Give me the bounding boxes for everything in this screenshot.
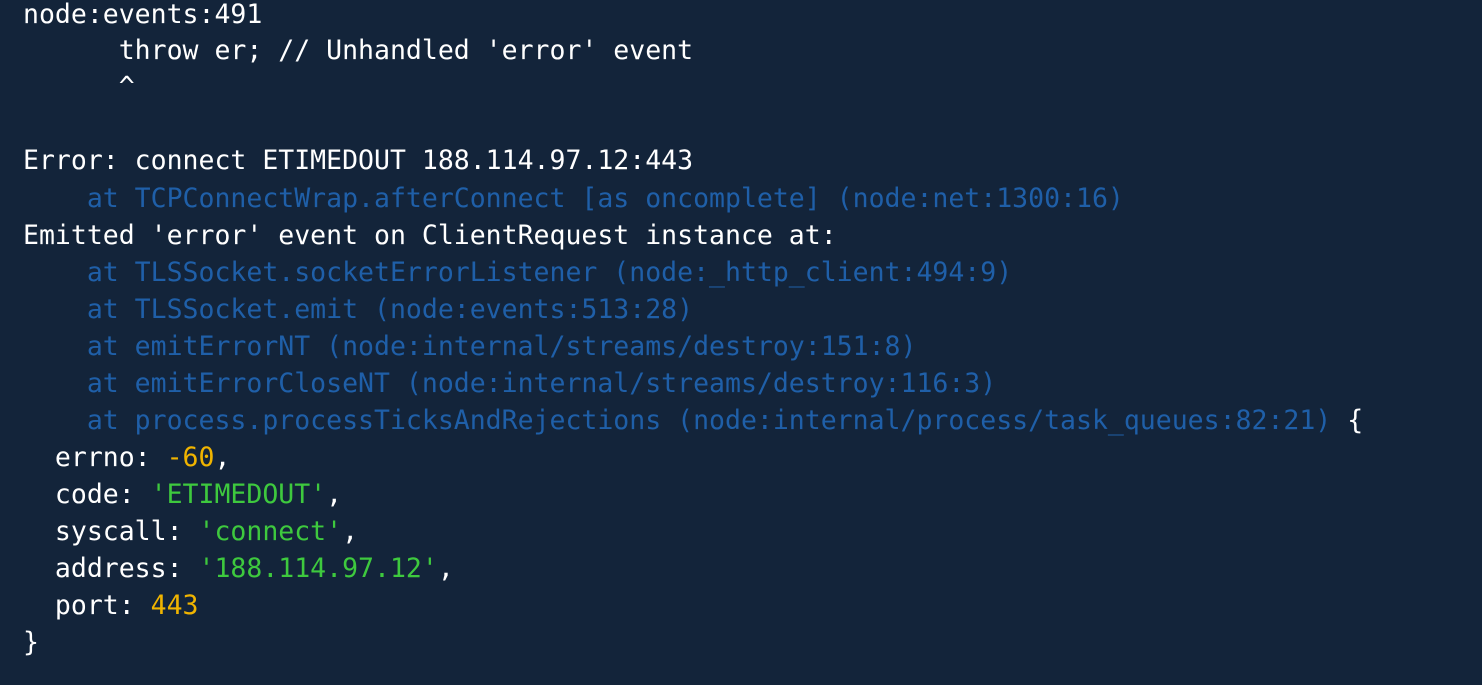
caret-line: ^ [23,69,135,105]
comma: , [214,442,231,473]
address-key: address: [23,553,199,584]
emitted-message: Emitted 'error' event on ClientRequest i… [23,220,837,251]
port-value: 443 [150,590,199,621]
stack-frame: at TLSSocket.emit (node:events:513:28) [23,292,693,328]
stack-frame-text: at process.processTicksAndRejections (no… [23,405,1332,436]
code-value: 'ETIMEDOUT' [150,479,327,510]
stack-frame: at process.processTicksAndRejections (no… [23,403,1363,439]
code-key: code: [23,479,151,510]
stack-frame-text: at TLSSocket.socketErrorListener (node:_… [23,257,1013,288]
emitted-message-line: Emitted 'error' event on ClientRequest i… [23,218,837,254]
error-location: node:events:491 [23,0,263,30]
terminal-output: node:events:491 throw er; // Unhandled '… [0,0,1482,685]
comma: , [437,553,454,584]
address-value: '188.114.97.12' [198,553,438,584]
errno-value: -60 [166,442,215,473]
address-line: address: '188.114.97.12', [23,551,454,587]
comma: , [342,516,359,547]
close-brace: } [23,627,39,658]
port-line: port: 443 [23,588,199,624]
source-line: throw er; // Unhandled 'error' event [23,33,693,69]
open-brace: { [1331,405,1364,436]
source-code: throw er; // Unhandled 'error' event [23,35,694,66]
stack-frame: at TCPConnectWrap.afterConnect [as oncom… [23,181,1124,217]
port-key: port: [23,590,151,621]
error-location-line: node:events:491 [23,0,262,33]
stack-frame-text: at emitErrorNT (node:internal/streams/de… [23,331,917,362]
syscall-line: syscall: 'connect', [23,514,358,550]
caret-marker: ^ [23,71,135,102]
comma: , [326,479,343,510]
syscall-key: syscall: [23,516,199,547]
syscall-value: 'connect' [198,516,343,547]
stack-frame: at emitErrorNT (node:internal/streams/de… [23,329,917,365]
error-message: Error: connect ETIMEDOUT 188.114.97.12:4… [23,145,694,176]
stack-frame-text: at emitErrorCloseNT (node:internal/strea… [23,368,997,399]
stack-frame: at TLSSocket.socketErrorListener (node:_… [23,255,1012,291]
errno-line: errno: -60, [23,440,231,476]
error-message-line: Error: connect ETIMEDOUT 188.114.97.12:4… [23,143,693,179]
close-brace-line: } [23,625,39,661]
stack-frame-text: at TCPConnectWrap.afterConnect [as oncom… [23,183,1124,214]
stack-frame: at emitErrorCloseNT (node:internal/strea… [23,366,996,402]
errno-key: errno: [23,442,167,473]
code-line: code: 'ETIMEDOUT', [23,477,342,513]
stack-frame-text: at TLSSocket.emit (node:events:513:28) [23,294,694,325]
